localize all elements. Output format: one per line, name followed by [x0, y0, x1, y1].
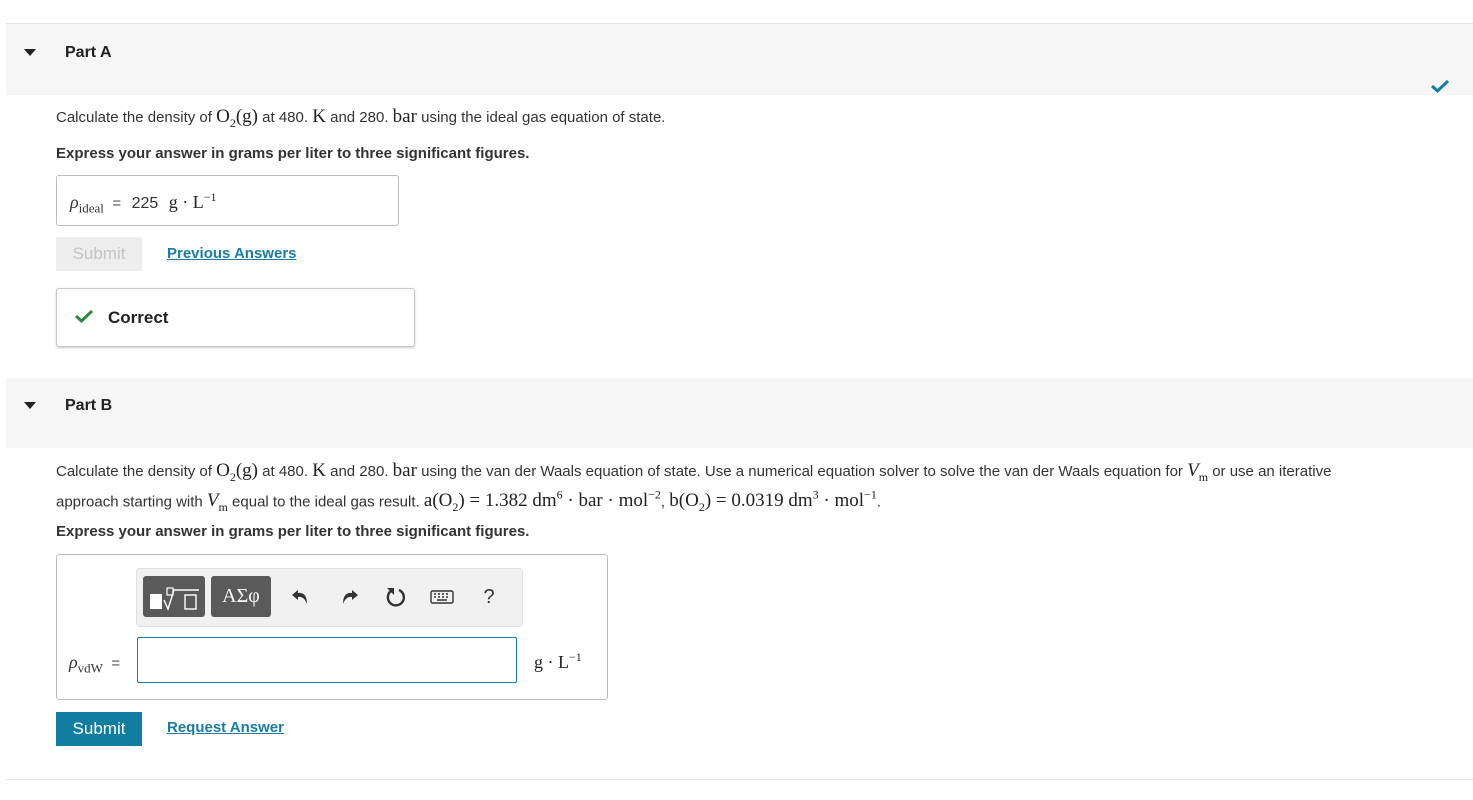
question-text: at 480. [257, 109, 313, 126]
unit-base: g · L [168, 192, 204, 212]
vdw-b-constant: b(O2) = 0.0319 dm3 · mol−1 [669, 488, 877, 514]
math-toolbar: ΑΣφ ? [136, 568, 523, 627]
templates-icon [150, 586, 199, 611]
rho-subscript: ideal [78, 200, 104, 216]
part-a-answer-box: ρideal = 225 g · L−1 [56, 175, 399, 226]
b-exp2: −1 [864, 488, 877, 502]
unit-base: g · L [534, 652, 569, 672]
question-text: at 480. [257, 463, 313, 480]
a-rest: ) = 1.382 dm [458, 490, 557, 512]
density-answer-input[interactable] [137, 637, 517, 683]
bottom-divider [6, 779, 1473, 780]
request-answer-link[interactable]: Request Answer [167, 719, 284, 736]
feedback-label: Correct [108, 308, 169, 327]
a-exp2: −2 [648, 488, 661, 502]
part-a-question: Calculate the density of O2(g) at 480. K… [56, 104, 665, 136]
question-text: or use an iterative [1208, 463, 1332, 480]
answer-symbol: ρideal [70, 192, 104, 216]
unit-exp: −1 [569, 650, 582, 664]
molar-volume-symbol: Vm [206, 490, 228, 515]
unit-bar: bar [392, 106, 417, 127]
keyboard-icon[interactable] [430, 585, 454, 609]
question-text: using the ideal gas equation of state. [416, 109, 666, 126]
vdw-a-constant: a(O2) = 1.382 dm6 · bar · mol−2 [423, 488, 661, 514]
collapse-caret-icon[interactable] [24, 402, 36, 409]
part-a-title: Part A [65, 44, 112, 61]
answer-unit: g · L−1 [168, 190, 217, 212]
species-state: (g) [235, 460, 258, 481]
species-formula: O2(g) [216, 460, 258, 484]
templates-button[interactable] [143, 576, 205, 617]
question-text: Calculate the density of [56, 109, 217, 126]
unit-bar: bar [392, 460, 417, 481]
part-a-header[interactable]: Part A [6, 24, 1473, 95]
a-expr: a(O [423, 490, 453, 512]
vm-sub: m [1198, 469, 1209, 484]
part-b-answer-label: ρvdW = [69, 652, 120, 677]
help-button[interactable]: ? [477, 585, 501, 609]
unit-exp: −1 [203, 190, 217, 204]
answer-value: 225 [131, 195, 159, 212]
reset-icon[interactable] [384, 585, 408, 609]
collapse-caret-icon[interactable] [24, 49, 36, 56]
species-base: O [216, 460, 230, 481]
correct-check-icon [74, 309, 94, 328]
part-b-instruction: Express your answer in grams per liter t… [56, 523, 530, 540]
equals-sign: = [111, 655, 121, 672]
part-b-submit-button[interactable]: Submit [56, 712, 142, 746]
question-text: equal to the ideal gas result. [227, 493, 424, 511]
part-b-question-line-2: approach starting with Vm equal to the i… [56, 483, 881, 520]
redo-icon[interactable] [337, 585, 361, 609]
rho-symbol: ρ [69, 652, 78, 672]
unit-kelvin: K [312, 106, 326, 127]
species-state: (g) [235, 106, 258, 127]
vm-base: V [206, 490, 219, 512]
b-mid: · mol [818, 490, 865, 512]
part-a-instruction: Express your answer in grams per liter t… [56, 145, 530, 162]
equals-sign: = [112, 195, 122, 212]
unit-kelvin: K [312, 460, 326, 481]
question-text: approach starting with [56, 493, 207, 511]
species-base: O [216, 106, 230, 127]
question-text: and 280. [325, 109, 393, 126]
rho-subscript: vdW [77, 660, 103, 676]
greek-symbols-button[interactable]: ΑΣφ [211, 576, 271, 617]
part-a-complete-check-icon [1430, 79, 1450, 98]
species-formula: O2(g) [216, 106, 258, 130]
vm-base: V [1187, 460, 1199, 481]
period: . [876, 493, 881, 511]
question-text: Calculate the density of [56, 463, 217, 480]
question-text: using the van der Waals equation of stat… [416, 463, 1188, 480]
molar-volume-symbol: Vm [1187, 460, 1209, 484]
answer-unit: g · L−1 [534, 650, 582, 673]
vm-sub: m [218, 500, 228, 515]
feedback-correct-panel: Correct [56, 288, 415, 347]
rho-symbol: ρ [70, 192, 79, 212]
undo-icon[interactable] [289, 585, 313, 609]
previous-answers-link[interactable]: Previous Answers [167, 245, 297, 262]
a-mid: · bar · mol [562, 490, 649, 512]
part-a-submit-button[interactable]: Submit [56, 237, 142, 271]
b-rest: ) = 0.0319 dm [704, 490, 813, 512]
question-text: and 280. [325, 463, 393, 480]
part-b-header[interactable]: Part B [6, 378, 1473, 448]
b-expr: b(O [669, 490, 699, 512]
answer-symbol: ρvdW [69, 652, 103, 676]
part-b-title: Part B [65, 397, 113, 414]
separator: , [660, 493, 670, 511]
